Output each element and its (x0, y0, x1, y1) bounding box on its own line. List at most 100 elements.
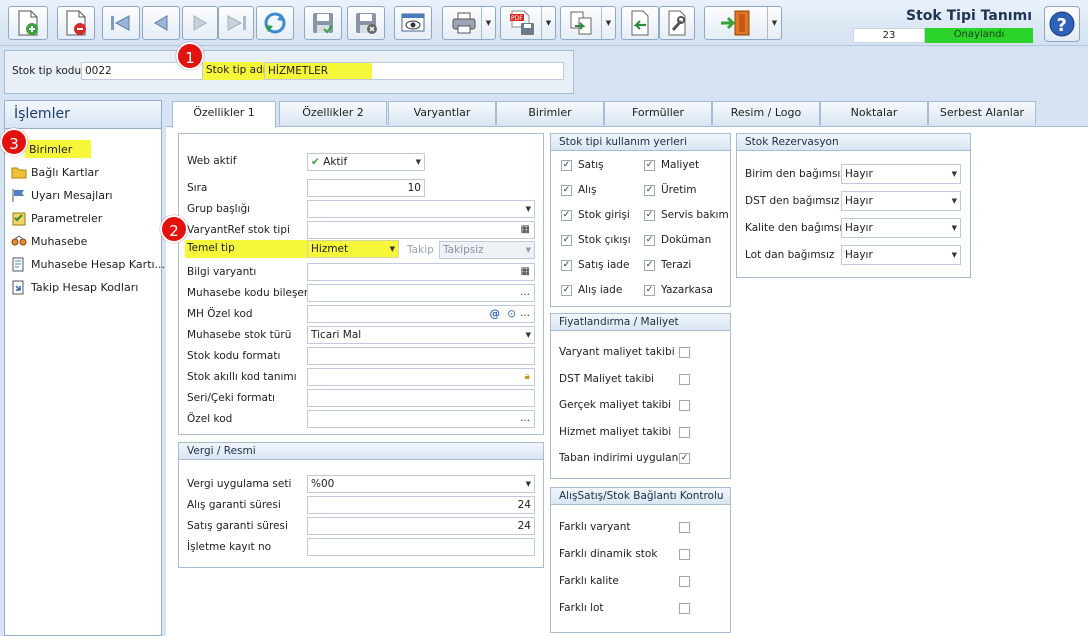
sidebar-item-uyari-mesajlari[interactable]: Uyarı Mesajları (11, 186, 113, 204)
bilgi-varyanti-input[interactable]: ▦ (307, 263, 535, 281)
chevron-down-icon: ▼ (525, 480, 531, 488)
stok-akilli-kod-input[interactable]: 🔒︎ (307, 368, 535, 386)
temel-tip-select[interactable]: Hizmet ▼ (307, 240, 399, 258)
web-aktif-label: Web aktif (187, 155, 237, 167)
checkbox-fiyat-2[interactable] (679, 400, 690, 411)
new-button[interactable] (8, 6, 48, 40)
exit-dropdown-icon[interactable]: ▼ (767, 7, 781, 39)
first-record-button[interactable] (102, 6, 140, 40)
pdf-dropdown-icon[interactable]: ▼ (541, 7, 555, 39)
at-sign-icon[interactable]: @ (490, 306, 501, 322)
grid-picker-icon[interactable]: ▦ (521, 264, 530, 279)
tools-button[interactable] (659, 6, 695, 40)
ozel-kod-label: Özel kod (187, 413, 233, 425)
tab-varyantlar[interactable]: Varyantlar (388, 101, 496, 125)
checkbox-kullanim-left-1[interactable]: ✓ (561, 185, 572, 196)
stok-tip-adi-input[interactable]: HİZMETLER (264, 62, 564, 80)
alis-garanti-input[interactable]: 24 (307, 496, 535, 514)
sidebar-item-birimler[interactable]: Birimler (25, 140, 91, 158)
checkbox-kullanim-right-0[interactable]: ✓ (644, 160, 655, 171)
isletme-kayit-label: İşletme kayıt no (187, 541, 272, 553)
chevron-down-icon: ▼ (951, 251, 957, 259)
previous-record-button[interactable] (142, 6, 180, 40)
save-close-button[interactable] (347, 6, 385, 40)
satis-garanti-input[interactable]: 24 (307, 517, 535, 535)
checkbox-kullanim-right-3[interactable]: ✓ (644, 235, 655, 246)
checkbox-baglanti-3[interactable] (679, 603, 690, 614)
tab-ozellikler-2[interactable]: Özellikler 2 (279, 101, 387, 125)
muhasebe-kodu-bileseni-input[interactable]: … (307, 284, 535, 302)
fiyat-group: Fiyatlandırma / Maliyet Varyant maliyet … (550, 313, 731, 479)
vergi-uygulama-seti-select[interactable]: %00 ▼ (307, 475, 535, 493)
sidebar-item-muhasebe-hesap-karti[interactable]: Muhasebe Hesap Kartı... (11, 255, 165, 273)
exit-button[interactable]: ▼ (704, 6, 782, 40)
rezervasyon-select[interactable]: Hayır ▼ (841, 245, 961, 265)
tab-birimler[interactable]: Birimler (496, 101, 604, 125)
chevron-down-icon: ▼ (951, 224, 957, 232)
tab-serbest-alanlar[interactable]: Serbest Alanlar (928, 101, 1036, 125)
sidebar-item-muhasebe[interactable]: Muhasebe (11, 232, 87, 250)
rezervasyon-select[interactable]: Hayır ▼ (841, 164, 961, 184)
checkbox-fiyat-1[interactable] (679, 373, 690, 385)
last-record-button[interactable] (218, 6, 254, 40)
ellipsis-icon[interactable]: … (520, 306, 530, 321)
checkbox-baglanti-2[interactable] (679, 576, 690, 587)
view-icon[interactable]: ⊙ (507, 306, 516, 322)
isletme-kayit-input[interactable] (307, 538, 535, 556)
help-button[interactable]: ? (1044, 6, 1080, 42)
sira-input[interactable]: 10 (307, 179, 425, 197)
checkbox-fiyat-4[interactable]: ✓ (679, 453, 690, 464)
rezervasyon-select[interactable]: Hayır ▼ (841, 218, 961, 238)
checkbox-kullanim-left-2[interactable]: ✓ (561, 210, 572, 221)
tab-formuller[interactable]: Formüller (604, 101, 712, 125)
seri-ceki-formati-label: Seri/Çeki formatı (187, 392, 275, 404)
step-badge-2: 2 (160, 215, 188, 243)
stok-kodu-formati-input[interactable] (307, 347, 535, 365)
checkbox-baglanti-1[interactable] (679, 549, 690, 560)
export-button[interactable]: ▼ (560, 6, 616, 40)
tab-ozellikler-1[interactable]: Özellikler 1 (172, 101, 276, 128)
checkbox-baglanti-0[interactable] (679, 522, 690, 533)
print-dropdown-icon[interactable]: ▼ (481, 7, 495, 39)
preview-button[interactable] (394, 6, 432, 40)
checkbox-kullanim-left-5[interactable]: ✓ (561, 285, 572, 296)
checkbox-kullanim-left-3[interactable]: ✓ (561, 235, 572, 246)
delete-button[interactable] (57, 6, 95, 40)
checkbox-kullanim-right-4[interactable]: ✓ (644, 260, 655, 271)
import-button[interactable] (621, 6, 659, 40)
ellipsis-icon[interactable]: … (520, 285, 530, 300)
export-dropdown-icon[interactable]: ▼ (601, 7, 615, 39)
sidebar-item-takip-hesap-kodlari[interactable]: Takip Hesap Kodları (11, 278, 138, 296)
document-link-icon (11, 280, 27, 294)
checkbox-kullanim-left-4[interactable]: ✓ (561, 260, 572, 271)
sidebar-item-bagli-kartlar[interactable]: Bağlı Kartlar (11, 163, 99, 181)
header-panel: Stok tip kodu 0022 Stok tip adı HİZMETLE… (4, 50, 574, 94)
checkbox-kullanim-left-0[interactable]: ✓ (561, 160, 572, 171)
mh-ozel-kod-input[interactable]: @ ⊙ … (307, 305, 535, 323)
checkbox-kullanim-right-2[interactable]: ✓ (644, 210, 655, 221)
pdf-export-button[interactable]: PDF ▼ (500, 6, 556, 40)
sidebar-item-parametreler[interactable]: Parametreler (11, 209, 102, 227)
tab-resim-logo[interactable]: Resim / Logo (712, 101, 820, 125)
checkbox-fiyat-0[interactable] (679, 347, 690, 358)
grup-basligi-select[interactable]: ▼ (307, 200, 535, 218)
refresh-button[interactable] (256, 6, 294, 40)
muhasebe-stok-turu-select[interactable]: Ticari Mal ▼ (307, 326, 535, 344)
save-button[interactable] (304, 6, 342, 40)
tab-noktalar[interactable]: Noktalar (820, 101, 928, 125)
checkbox-fiyat-3[interactable] (679, 426, 690, 438)
grid-picker-icon[interactable]: ▦ (521, 222, 530, 237)
ellipsis-icon[interactable]: … (520, 411, 530, 426)
web-aktif-select[interactable]: ✔ Aktif ▼ (307, 153, 425, 171)
varyantref-input[interactable]: ▦ (307, 221, 535, 239)
rezervasyon-select[interactable]: Hayır ▼ (841, 191, 961, 211)
lock-icon[interactable]: 🔒︎ (525, 369, 530, 384)
checkbox-kullanim-right-1[interactable]: ✓ (644, 185, 655, 196)
seri-ceki-formati-input[interactable] (307, 389, 535, 407)
next-record-button[interactable] (182, 6, 218, 40)
ozel-kod-input[interactable]: … (307, 410, 535, 428)
rezervasyon-value: Hayır (845, 195, 873, 207)
checkbox-kullanim-right-5[interactable]: ✓ (644, 285, 655, 296)
print-button[interactable]: ▼ (442, 6, 496, 40)
kullanim-label: Yazarkasa (661, 284, 713, 296)
